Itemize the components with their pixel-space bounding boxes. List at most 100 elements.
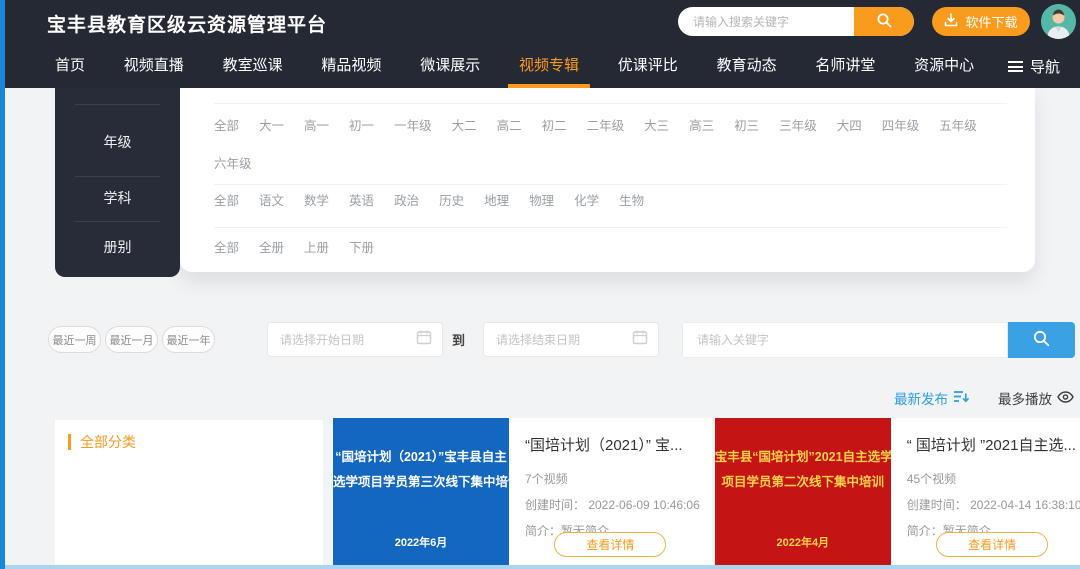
- header-search: [678, 7, 914, 36]
- view-detail-button[interactable]: 查看详情: [936, 532, 1048, 557]
- album-cover-title-line: 宝丰县“国培计划”2021自主选学: [715, 445, 891, 470]
- nav-item-9[interactable]: 资源中心: [909, 44, 979, 88]
- filter-option[interactable]: 化学: [574, 191, 599, 211]
- filter-option[interactable]: 初二: [542, 116, 567, 136]
- filter-options-row-2: 全部全册上册下册: [214, 238, 1007, 258]
- start-date-input[interactable]: [268, 333, 416, 347]
- filter-option[interactable]: 大二: [452, 116, 477, 136]
- sort-descending-icon: [953, 389, 970, 407]
- filter-option[interactable]: 初三: [734, 116, 759, 136]
- bottom-strip: [0, 565, 1080, 569]
- keyword-input[interactable]: [683, 323, 1007, 357]
- nav-more[interactable]: 导航: [1008, 56, 1060, 77]
- album-title: “ 国培计划 ”2021自主选...: [907, 436, 1080, 456]
- nav-item-1[interactable]: 视频直播: [119, 44, 189, 88]
- filter-option[interactable]: 高二: [497, 116, 522, 136]
- view-detail-button[interactable]: 查看详情: [554, 532, 666, 557]
- filter-option[interactable]: 二年级: [587, 116, 625, 136]
- album-title: “国培计划（2021）” 宝...: [525, 436, 700, 456]
- page-title: 宝丰县教育区级云资源管理平台: [47, 10, 327, 37]
- header-search-button[interactable]: [854, 7, 914, 36]
- album-cover-title: “国培计划（2021）”宝丰县自主选学项目学员第三次线下集中培训: [333, 445, 509, 495]
- filter-option[interactable]: 四年级: [882, 116, 920, 136]
- nav-item-7[interactable]: 教育动态: [712, 44, 782, 88]
- calendar-icon[interactable]: [416, 329, 432, 350]
- avatar[interactable]: [1041, 4, 1076, 39]
- calendar-icon[interactable]: [632, 329, 648, 350]
- album-created-time: 创建时间： 2022-04-14 16:38:10: [907, 496, 1080, 513]
- quick-filter-last-month[interactable]: 最近一月: [105, 326, 158, 353]
- filter-category-2[interactable]: 册别: [55, 237, 180, 257]
- quick-filter-last-week[interactable]: 最近一周: [48, 326, 101, 353]
- filter-option[interactable]: 全部: [214, 116, 239, 136]
- nav-item-2[interactable]: 教室巡课: [218, 44, 288, 88]
- filter-option[interactable]: 五年级: [939, 116, 977, 136]
- filter-option[interactable]: 六年级: [214, 154, 252, 174]
- keyword-search-button[interactable]: [1008, 322, 1075, 358]
- album-created-time: 创建时间： 2022-06-09 10:46:06: [525, 496, 700, 513]
- category-accent-bar: [68, 434, 71, 450]
- filter-option[interactable]: 初一: [349, 116, 374, 136]
- search-icon: [1032, 329, 1051, 351]
- album-cover-title-line: 项目学员第二次线下集中培训: [715, 470, 891, 495]
- filter-option[interactable]: 大一: [259, 116, 284, 136]
- album-video-count: 45个视频: [907, 470, 1080, 487]
- nav-item-8[interactable]: 名师讲堂: [810, 44, 880, 88]
- divider: [75, 221, 160, 222]
- filter-option[interactable]: 全册: [259, 238, 284, 258]
- header-search-input[interactable]: [678, 7, 854, 36]
- filter-option[interactable]: 生物: [619, 191, 644, 211]
- filter-option[interactable]: 大四: [837, 116, 862, 136]
- sort-bar: 最新发布 最多播放: [894, 388, 1074, 408]
- filter-option[interactable]: 语文: [259, 191, 284, 211]
- end-date-input[interactable]: [484, 333, 632, 347]
- filter-option[interactable]: 上册: [304, 238, 329, 258]
- quick-filter-last-year[interactable]: 最近一年: [162, 326, 215, 353]
- filter-option[interactable]: 英语: [349, 191, 374, 211]
- category-header[interactable]: 全部分类: [68, 432, 323, 452]
- album-card-0: “国培计划（2021）”宝丰县自主选学项目学员第三次线下集中培训2022年6月“…: [333, 418, 712, 566]
- album-cover-0[interactable]: “国培计划（2021）”宝丰县自主选学项目学员第三次线下集中培训2022年6月: [333, 418, 509, 566]
- filter-option[interactable]: 高三: [689, 116, 714, 136]
- album-video-count: 7个视频: [525, 470, 700, 487]
- album-cover-title-line: “国培计划（2021）”宝丰县自主: [333, 445, 509, 470]
- download-label: 软件下载: [965, 12, 1017, 31]
- nav-item-3[interactable]: 精品视频: [316, 44, 386, 88]
- album-cover-1[interactable]: 宝丰县“国培计划”2021自主选学项目学员第二次线下集中培训 2022年4月: [715, 418, 891, 566]
- filter-option[interactable]: 物理: [529, 191, 554, 211]
- keyword-field: [682, 322, 1008, 358]
- album-card-list: “国培计划（2021）”宝丰县自主选学项目学员第三次线下集中培训2022年6月“…: [333, 418, 1075, 566]
- filter-option[interactable]: 全部: [214, 238, 239, 258]
- filter-option[interactable]: 历史: [439, 191, 464, 211]
- album-info-0: “国培计划（2021）” 宝... 7个视频创建时间： 2022-06-09 10…: [509, 418, 712, 566]
- sort-newest[interactable]: 最新发布: [894, 388, 970, 408]
- sort-most-played[interactable]: 最多播放: [998, 388, 1074, 408]
- filter-option[interactable]: 政治: [394, 191, 419, 211]
- end-date-field: [483, 322, 659, 357]
- filter-option[interactable]: 全部: [214, 191, 239, 211]
- nav-item-4[interactable]: 微课展示: [415, 44, 485, 88]
- software-download-button[interactable]: 软件下载: [932, 7, 1030, 36]
- left-edge-stripe: [0, 0, 5, 569]
- category-panel: 全部分类: [55, 420, 323, 566]
- nav-item-6[interactable]: 优课评比: [613, 44, 683, 88]
- filter-option[interactable]: 地理: [484, 191, 509, 211]
- divider: [75, 176, 160, 177]
- divider: [75, 104, 160, 105]
- nav-item-5[interactable]: 视频专辑: [514, 44, 584, 88]
- filter-option[interactable]: 一年级: [394, 116, 432, 136]
- sort-newest-label: 最新发布: [894, 388, 948, 408]
- album-cover-date: 2022年4月: [715, 534, 891, 550]
- person-icon: [1041, 26, 1076, 39]
- filter-option[interactable]: 大三: [644, 116, 669, 136]
- filter-category-1[interactable]: 学科: [55, 188, 180, 208]
- divider: [214, 103, 1007, 104]
- nav-item-0[interactable]: 首页: [50, 44, 90, 88]
- filter-options-panel: 全部大一高一初一一年级大二高二初二二年级大三高三初三三年级大四四年级五年级六年级…: [180, 88, 1035, 272]
- filter-option[interactable]: 数学: [304, 191, 329, 211]
- filter-option[interactable]: 下册: [349, 238, 374, 258]
- filter-option[interactable]: 三年级: [779, 116, 817, 136]
- filter-category-0[interactable]: 年级: [55, 132, 180, 152]
- filter-option[interactable]: 高一: [304, 116, 329, 136]
- sort-most-played-label: 最多播放: [998, 388, 1052, 408]
